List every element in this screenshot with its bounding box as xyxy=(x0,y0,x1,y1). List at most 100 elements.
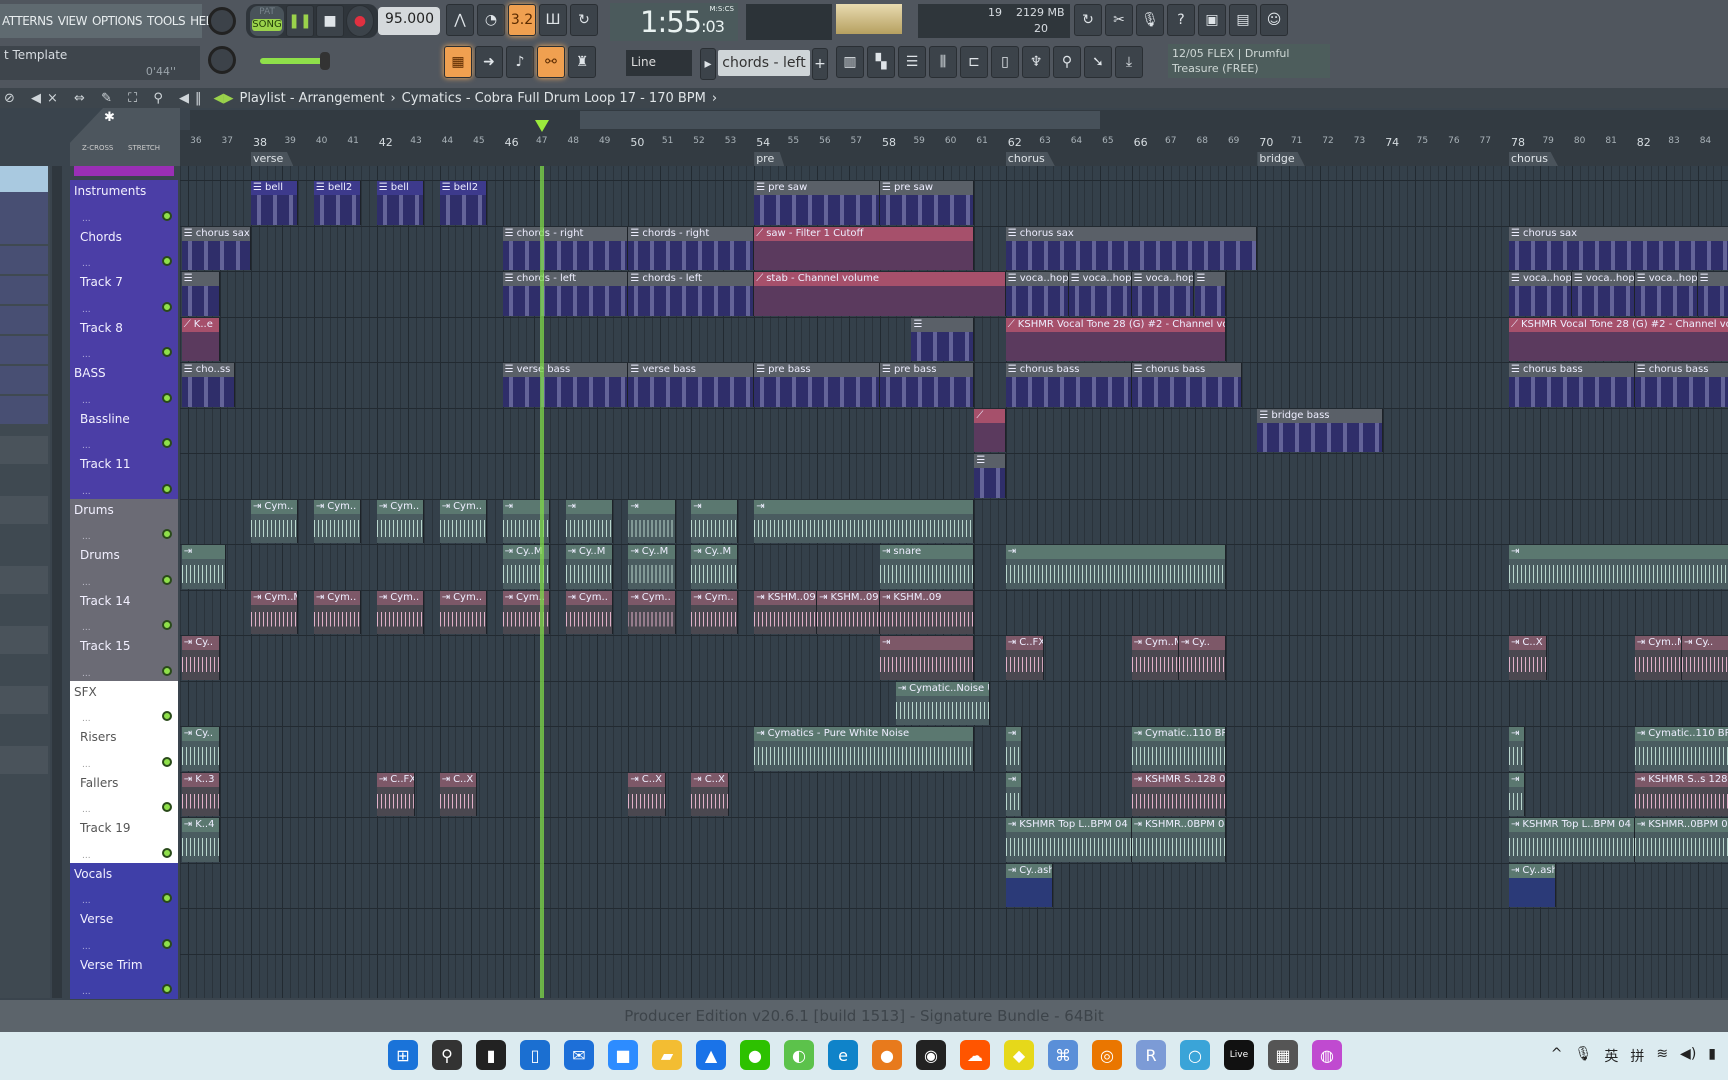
playlist-clip[interactable]: ⇥ xyxy=(181,545,226,589)
track-enable-toggle[interactable] xyxy=(162,256,172,266)
playlist-clip[interactable]: ⇥ xyxy=(691,499,739,543)
browser-item[interactable] xyxy=(0,306,48,334)
track-name[interactable]: Track 14 xyxy=(80,594,130,608)
track-options[interactable]: ... xyxy=(82,669,91,679)
browser-item[interactable] xyxy=(0,626,48,654)
menu-tools[interactable]: TOOLS xyxy=(147,14,186,28)
track-enable-toggle[interactable] xyxy=(162,438,172,448)
playlist-clip[interactable]: ☰ xyxy=(911,317,975,361)
track-header[interactable]: Track 7... xyxy=(70,271,178,317)
playlist-clip[interactable]: ⇥ Cym.. xyxy=(313,499,362,543)
playlist-clip[interactable]: ☰ voca..hop xyxy=(1509,272,1572,316)
track-options[interactable]: ... xyxy=(82,441,91,451)
playlist-clip[interactable]: ⇥ xyxy=(1005,727,1022,771)
project-icon[interactable]: ▯ xyxy=(991,46,1019,78)
taskbar-task-view-icon[interactable]: ▮ xyxy=(476,1040,506,1070)
taskbar-edge-icon[interactable]: e xyxy=(828,1040,858,1070)
section-marker[interactable]: pre xyxy=(754,152,785,166)
playlist-clip[interactable]: ⇥ KSHMR..0BPM 04 xyxy=(1131,818,1226,862)
taskbar-app-color-icon[interactable]: ◍ xyxy=(1312,1040,1342,1070)
playlist-clip[interactable]: ☰ voca..hop xyxy=(1571,272,1635,316)
track-options[interactable]: ... xyxy=(82,805,91,815)
taskbar-calculator-icon[interactable]: ▦ xyxy=(1268,1040,1298,1070)
playlist-clip[interactable]: ⟋KSHMR Vocal Tone 28 (G) #2 - Channel vo… xyxy=(1005,317,1226,361)
playlist-clip[interactable]: ⇥Cym..M xyxy=(1131,636,1179,680)
track-enable-toggle[interactable] xyxy=(162,711,172,721)
playlist-clip[interactable]: ☰ chords - right xyxy=(502,226,629,270)
playhead-line[interactable] xyxy=(540,166,545,998)
track-name[interactable]: BASS xyxy=(74,366,106,380)
link-icon[interactable]: ⚯ xyxy=(537,46,565,78)
stop-button[interactable]: ■ xyxy=(316,5,344,37)
playlist-clip[interactable]: ⇥ Cy.. xyxy=(181,636,220,680)
playlist-clip[interactable]: ⇥ KSHM..09 xyxy=(754,590,818,634)
playlist-clip[interactable]: ⇥ Cym.. xyxy=(565,590,613,634)
save-icon[interactable]: ▣ xyxy=(1198,4,1226,36)
playlist-clip[interactable]: ⇥ KSHM..09 xyxy=(817,590,880,634)
playlist-clip[interactable]: ⇥ Cy..M xyxy=(628,545,676,589)
browser-item[interactable] xyxy=(0,366,48,394)
playlist-clip[interactable]: ⇥ xyxy=(1509,772,1525,816)
track-name[interactable]: SFX xyxy=(74,685,97,699)
track-enable-toggle[interactable] xyxy=(162,529,172,539)
taskbar-app-ring-icon[interactable]: ○ xyxy=(1180,1040,1210,1070)
track-enable-toggle[interactable] xyxy=(162,893,172,903)
ime-mode[interactable]: 拼 xyxy=(1630,1046,1644,1066)
playlist-clip[interactable]: ☰ xyxy=(974,454,1006,498)
taskbar-obs-icon[interactable]: ◉ xyxy=(916,1040,946,1070)
track-header[interactable]: SFX... xyxy=(70,680,178,726)
playlist-clip[interactable]: ⇥ C..X xyxy=(439,772,478,816)
track-name[interactable]: Fallers xyxy=(80,776,118,790)
track-options[interactable]: ... xyxy=(82,487,91,497)
microphone-icon[interactable]: 🎙 xyxy=(1136,4,1164,36)
tool-icons[interactable]: ⊘ ◀× ⇔ ✎ ⛶ ⚲ ◀‖ xyxy=(4,91,207,106)
track-header[interactable]: Track 19... xyxy=(70,817,178,863)
track-enable-toggle[interactable] xyxy=(162,802,172,812)
playlist-clip[interactable]: ☰ voca..hop xyxy=(1131,272,1195,316)
browser-item[interactable] xyxy=(0,396,48,424)
playlist-clip[interactable]: ☰ voca..hop xyxy=(1005,272,1069,316)
playlist-clip[interactable]: ☰ chorus bass xyxy=(1634,363,1728,407)
track-name[interactable]: Instruments xyxy=(74,184,146,198)
track-name[interactable]: Verse xyxy=(80,912,113,926)
playlist-clip[interactable]: ⇥ Cy..M xyxy=(691,545,739,589)
playlist-clip[interactable]: ⇥Cymatic..Noise Up xyxy=(895,681,991,725)
master-pitch-slider-handle[interactable] xyxy=(320,52,330,70)
track-enable-toggle[interactable] xyxy=(162,301,172,312)
playlist-clip[interactable]: ⇥KSHMR S..s 128 03 xyxy=(1634,772,1728,816)
track-enable-toggle[interactable] xyxy=(162,392,172,403)
playlist-clip[interactable]: ☰ verse bass xyxy=(502,363,629,407)
browser-item[interactable] xyxy=(0,166,48,194)
playhead-marker[interactable] xyxy=(535,120,550,132)
track-header[interactable]: Track 11... xyxy=(70,453,178,499)
track-header[interactable]: Risers... xyxy=(70,726,178,772)
track-options[interactable]: ... xyxy=(82,896,91,906)
playlist-clip[interactable]: ⇥ C..X xyxy=(691,772,730,816)
taskbar-app-green-icon[interactable]: ◐ xyxy=(784,1040,814,1070)
playlist-clip[interactable]: ⇥ KSHM..09 xyxy=(880,590,975,634)
taskbar-app-network-icon[interactable]: ⌘ xyxy=(1048,1040,1078,1070)
playlist-clip[interactable]: ☰ bell xyxy=(376,181,424,225)
pattern-prev-button[interactable]: ▸ xyxy=(700,48,716,80)
playlist-clip[interactable]: ⇥ C..X xyxy=(1509,636,1547,680)
playlist-clip[interactable]: ☰ chorus sax xyxy=(1005,226,1258,270)
track-header[interactable]: Drums... xyxy=(70,544,178,590)
track-options[interactable]: ... xyxy=(82,942,91,952)
playlist-clip[interactable]: ⇥ xyxy=(628,499,676,543)
track-name[interactable]: Drums xyxy=(74,503,114,517)
track-header[interactable]: Instruments... xyxy=(70,180,178,226)
add-pattern-button[interactable]: + xyxy=(812,48,828,80)
playlist-clip[interactable]: ⇥ Cym.. xyxy=(251,499,299,543)
playlist-clip[interactable]: ⇥ Cym.. xyxy=(628,590,676,634)
track-enable-toggle[interactable] xyxy=(162,847,172,858)
playlist-clip[interactable]: ⇥ Cym.. xyxy=(376,499,424,543)
track-header[interactable]: Track 14... xyxy=(70,589,178,635)
track-enable-toggle[interactable] xyxy=(162,210,172,221)
playlist-clip[interactable]: ⇥ Cym.. xyxy=(439,590,487,634)
playlist-clip[interactable]: ⇥C..FX xyxy=(376,772,415,816)
track-name[interactable]: Verse Trim xyxy=(80,958,143,972)
playlist-clip[interactable]: ⇥ Cym.. xyxy=(313,590,362,634)
playlist-clip[interactable]: ⇥ xyxy=(880,636,975,680)
track-enable-toggle[interactable] xyxy=(162,665,172,676)
wait-for-input-icon[interactable]: ◔ xyxy=(477,4,505,36)
